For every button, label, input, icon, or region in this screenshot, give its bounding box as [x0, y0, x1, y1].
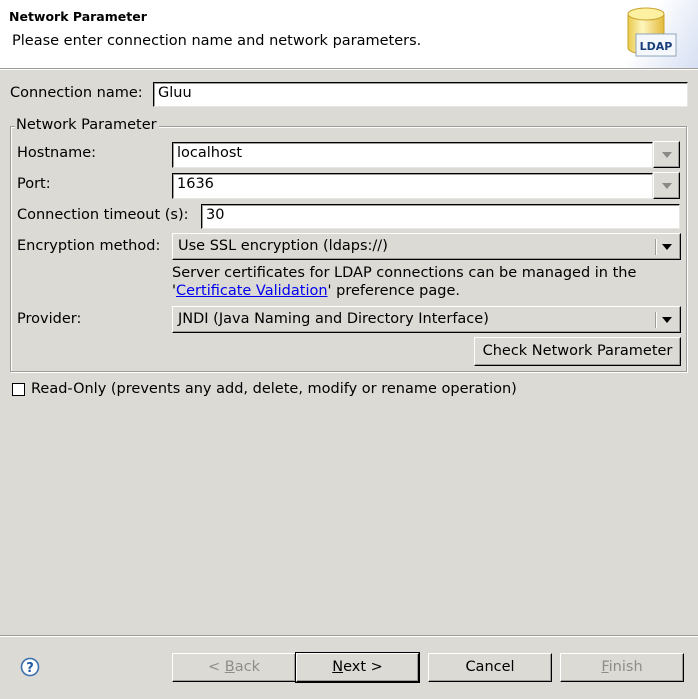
chevron-down-icon [662, 244, 672, 250]
hostname-input[interactable]: localhost [172, 142, 653, 168]
back-button[interactable]: < Back [172, 653, 296, 682]
hostname-history-dropdown[interactable] [653, 141, 680, 168]
chevron-down-icon [662, 183, 672, 189]
svg-text:LDAP: LDAP [640, 40, 673, 53]
back-mnemonic: B [224, 659, 235, 675]
provider-select[interactable]: JNDI (Java Naming and Directory Interfac… [172, 306, 681, 333]
cancel-button[interactable]: Cancel [428, 653, 552, 682]
port-input[interactable]: 1636 [172, 173, 653, 199]
read-only-label[interactable]: Read-Only (prevents any add, delete, mod… [31, 381, 517, 397]
cert-info-text-line2: 'Certificate Validation' preference page… [172, 283, 460, 299]
next-button[interactable]: Next > [295, 652, 420, 683]
encryption-method-select[interactable]: Use SSL encryption (ldaps://) [172, 233, 681, 260]
cert-info-suffix: ' preference page. [327, 283, 460, 299]
encryption-method-label: Encryption method: [17, 238, 161, 254]
dropdown-separator [655, 239, 656, 255]
certificate-validation-link[interactable]: Certificate Validation [176, 283, 328, 299]
svg-text:?: ? [26, 661, 34, 676]
connection-name-input[interactable]: Gluu [153, 82, 688, 107]
next-rest: ext > [343, 659, 383, 675]
finish-mnemonic: F [601, 659, 609, 675]
wizard-header: Network Parameter Please enter connectio… [0, 0, 698, 69]
ldap-database-icon: LDAP [627, 7, 677, 57]
finish-rest: inish [608, 659, 643, 675]
port-history-dropdown[interactable] [653, 172, 680, 199]
cert-info-text-line1: Server certificates for LDAP connections… [172, 265, 637, 281]
network-parameter-group-title: Network Parameter [15, 117, 159, 133]
footer-separator [0, 635, 698, 636]
chevron-down-icon [662, 317, 672, 323]
back-prefix: < [208, 659, 225, 675]
hostname-label: Hostname: [17, 145, 97, 161]
check-network-parameter-button[interactable]: Check Network Parameter [474, 337, 681, 366]
provider-value: JNDI (Java Naming and Directory Interfac… [178, 311, 489, 327]
connection-timeout-input[interactable]: 30 [201, 204, 680, 229]
help-icon[interactable]: ? [20, 657, 40, 677]
header-separator [0, 69, 698, 70]
dropdown-separator [655, 312, 656, 328]
read-only-checkbox[interactable] [12, 383, 25, 396]
page-description: Please enter connection name and network… [12, 33, 422, 49]
port-label: Port: [17, 176, 51, 192]
back-rest: ack [234, 659, 260, 675]
connection-name-label: Connection name: [10, 85, 143, 101]
next-mnemonic: N [332, 659, 344, 675]
finish-button[interactable]: Finish [560, 653, 684, 682]
provider-label: Provider: [17, 311, 82, 327]
connection-timeout-label: Connection timeout (s): [17, 207, 189, 223]
page-title: Network Parameter [9, 9, 147, 24]
chevron-down-icon [662, 152, 672, 158]
encryption-method-value: Use SSL encryption (ldaps://) [178, 238, 388, 254]
